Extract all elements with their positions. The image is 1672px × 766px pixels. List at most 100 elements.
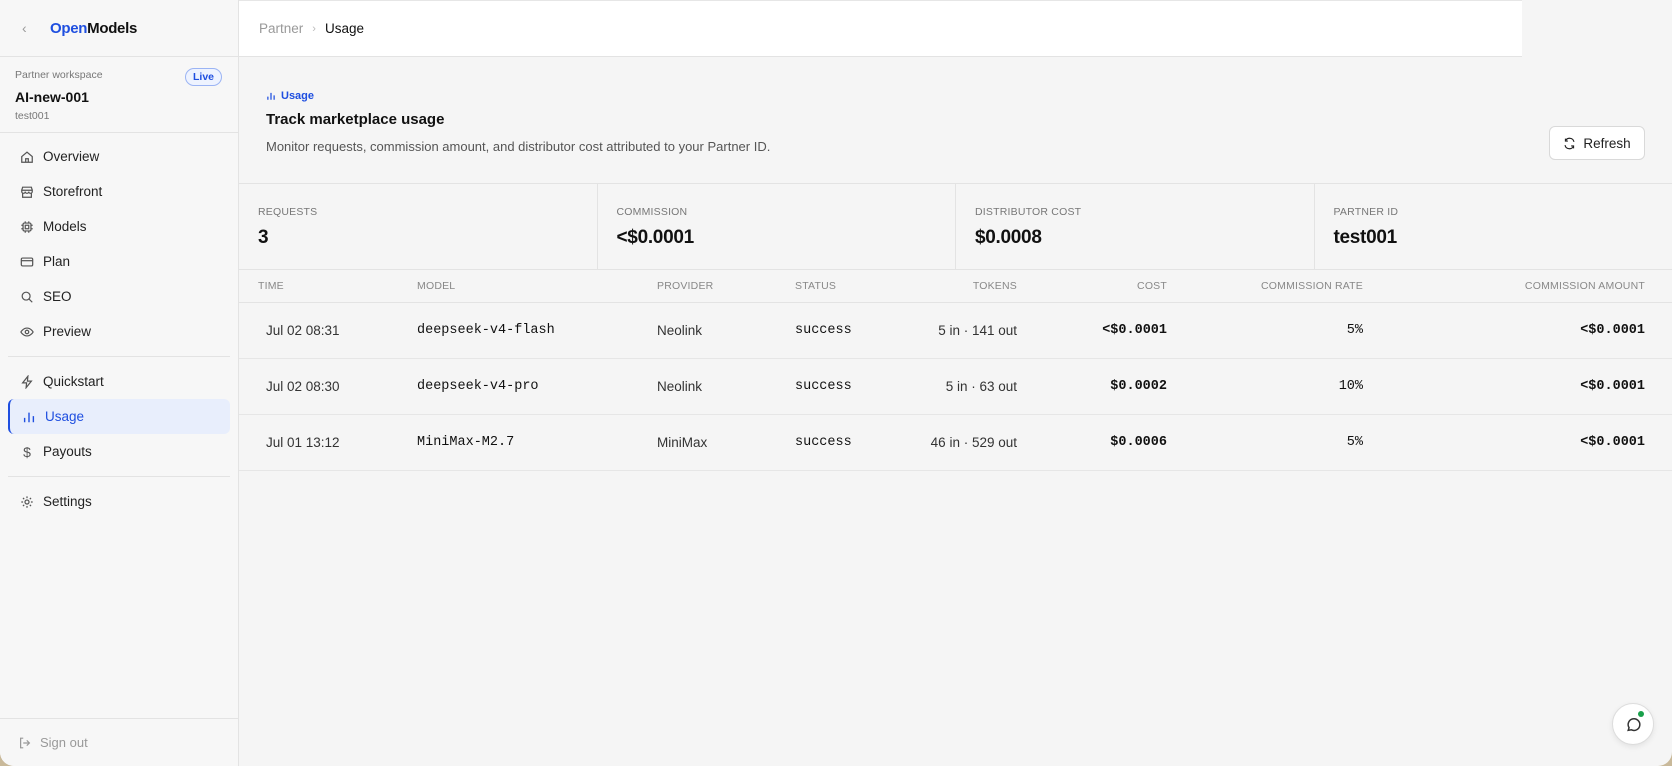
stat-value: test001 — [1333, 227, 1398, 248]
eye-icon — [20, 325, 34, 339]
live-badge: Live — [184, 68, 222, 86]
sidebar-item-preview[interactable]: Preview — [8, 314, 230, 349]
stat-requests: REQUESTS 3 — [239, 184, 598, 269]
cell-tokens: 46 in · 529 out — [895, 414, 1017, 471]
cell-time: Jul 02 08:31 — [239, 302, 417, 359]
cell-provider: Neolink — [657, 302, 795, 359]
chat-button[interactable] — [1612, 703, 1654, 745]
cell-commission-rate: 5% — [1167, 302, 1363, 359]
table-row[interactable]: Jul 02 08:30 deepseek-v4-pro Neolink suc… — [239, 358, 1672, 415]
cell-commission-rate: 5% — [1167, 414, 1363, 471]
column-header-cost: COST — [1017, 270, 1167, 303]
usage-table: TIME MODEL PROVIDER STATUS TOKENS COST C… — [239, 270, 1672, 471]
cell-status: success — [795, 302, 895, 359]
cell-commission-rate: 10% — [1167, 358, 1363, 415]
chevron-left-icon[interactable]: ‹ — [22, 20, 40, 36]
sign-out-button[interactable]: Sign out — [0, 718, 238, 766]
sidebar-nav: Overview Storefront Models Plan SEO Prev… — [0, 133, 238, 525]
column-header-model: MODEL — [417, 270, 657, 303]
cell-provider: MiniMax — [657, 414, 795, 471]
sidebar-item-plan[interactable]: Plan — [8, 244, 230, 279]
stat-label: COMMISSION — [616, 206, 688, 218]
stat-distributor-cost: DISTRIBUTOR COST $0.0008 — [956, 184, 1315, 269]
home-icon — [20, 150, 34, 164]
sidebar-item-models[interactable]: Models — [8, 209, 230, 244]
dollar-icon: $ — [23, 443, 31, 460]
sign-out-label: Sign out — [40, 735, 88, 750]
page-header: Usage Track marketplace usage Monitor re… — [239, 57, 1672, 184]
column-header-tokens: TOKENS — [895, 270, 1017, 303]
cell-commission-amount: <$0.0001 — [1363, 302, 1672, 359]
app-window: ‹ OpenModels Partner workspace Live AI-n… — [0, 0, 1672, 766]
cell-status: success — [795, 414, 895, 471]
sidebar-item-label: SEO — [43, 289, 72, 304]
sidebar-item-quickstart[interactable]: Quickstart — [8, 364, 230, 399]
sidebar-item-settings[interactable]: Settings — [8, 484, 230, 519]
cell-model: deepseek-v4-pro — [417, 358, 657, 415]
stat-label: REQUESTS — [258, 206, 318, 218]
breadcrumb: Partner › Usage — [239, 0, 1522, 57]
log-out-icon — [20, 737, 31, 748]
column-header-provider: PROVIDER — [657, 270, 795, 303]
cell-cost: $0.0006 — [1017, 414, 1167, 471]
stat-label: PARTNER ID — [1333, 206, 1399, 218]
sidebar-item-label: Usage — [45, 409, 85, 424]
cell-commission-amount: <$0.0001 — [1363, 358, 1672, 415]
online-status-dot — [1638, 711, 1644, 717]
page-subtitle: Monitor requests, commission amount, and… — [266, 139, 771, 154]
cell-status: success — [795, 358, 895, 415]
sidebar-item-label: Settings — [43, 494, 92, 509]
main-content: Partner › Usage Usage Track marketplace … — [239, 0, 1672, 766]
sidebar-item-label: Payouts — [43, 444, 92, 459]
cell-cost: $0.0002 — [1017, 358, 1167, 415]
workspace-name: AI-new-001 — [15, 89, 89, 105]
stat-value: $0.0008 — [975, 227, 1042, 248]
brand-models: Models — [87, 19, 138, 37]
page-title: Track marketplace usage — [266, 111, 445, 128]
stat-label: DISTRIBUTOR COST — [975, 206, 1082, 218]
store-icon — [20, 185, 34, 199]
stat-value: <$0.0001 — [616, 227, 695, 248]
sidebar-item-label: Plan — [43, 254, 71, 269]
table-header-row: TIME MODEL PROVIDER STATUS TOKENS COST C… — [239, 270, 1672, 303]
sidebar-item-seo[interactable]: SEO — [8, 279, 230, 314]
table-row[interactable]: Jul 01 13:12 MiniMax-M2.7 MiniMax succes… — [239, 414, 1672, 471]
cell-tokens: 5 in · 141 out — [895, 302, 1017, 359]
brand-row: ‹ OpenModels — [0, 0, 238, 57]
workspace-id: test001 — [15, 110, 50, 122]
sidebar-item-label: Models — [43, 219, 87, 234]
bar-chart-icon — [267, 92, 275, 100]
breadcrumb-partner[interactable]: Partner — [259, 21, 303, 36]
brand-logo[interactable]: OpenModels — [50, 20, 137, 37]
bar-chart-icon — [22, 410, 36, 424]
column-header-commission-amount: COMMISSION AMOUNT — [1363, 270, 1672, 303]
column-header-status: STATUS — [795, 270, 895, 303]
chat-icon — [1626, 717, 1641, 731]
nav-divider — [8, 356, 230, 357]
sidebar-item-overview[interactable]: Overview — [8, 139, 230, 174]
refresh-button[interactable]: Refresh — [1549, 126, 1645, 160]
sidebar-item-usage[interactable]: Usage — [8, 399, 230, 434]
column-header-time: TIME — [239, 270, 417, 303]
stats-row: REQUESTS 3 COMMISSION <$0.0001 DISTRIBUT… — [239, 184, 1672, 270]
sidebar-item-label: Quickstart — [43, 374, 104, 389]
stat-value: 3 — [258, 227, 269, 248]
table-row[interactable]: Jul 02 08:31 deepseek-v4-flash Neolink s… — [239, 302, 1672, 359]
breadcrumb-current: Usage — [324, 21, 364, 36]
sidebar-item-label: Overview — [43, 149, 100, 164]
cell-provider: Neolink — [657, 358, 795, 415]
sidebar-item-storefront[interactable]: Storefront — [8, 174, 230, 209]
sidebar-item-label: Preview — [43, 324, 92, 339]
stat-partner-id: PARTNER ID test001 — [1315, 184, 1672, 269]
gear-icon — [20, 495, 34, 509]
column-header-commission-rate: COMMISSION RATE — [1167, 270, 1363, 303]
brand-open: Open — [50, 19, 88, 37]
stat-commission: COMMISSION <$0.0001 — [598, 184, 956, 269]
section-tag: Usage — [266, 90, 1645, 102]
sidebar-item-label: Storefront — [43, 184, 103, 199]
cell-commission-amount: <$0.0001 — [1363, 414, 1672, 471]
zap-icon — [20, 374, 34, 389]
sidebar-item-payouts[interactable]: $ Payouts — [8, 434, 230, 469]
cell-tokens: 5 in · 63 out — [895, 358, 1017, 415]
cpu-icon — [20, 220, 34, 234]
